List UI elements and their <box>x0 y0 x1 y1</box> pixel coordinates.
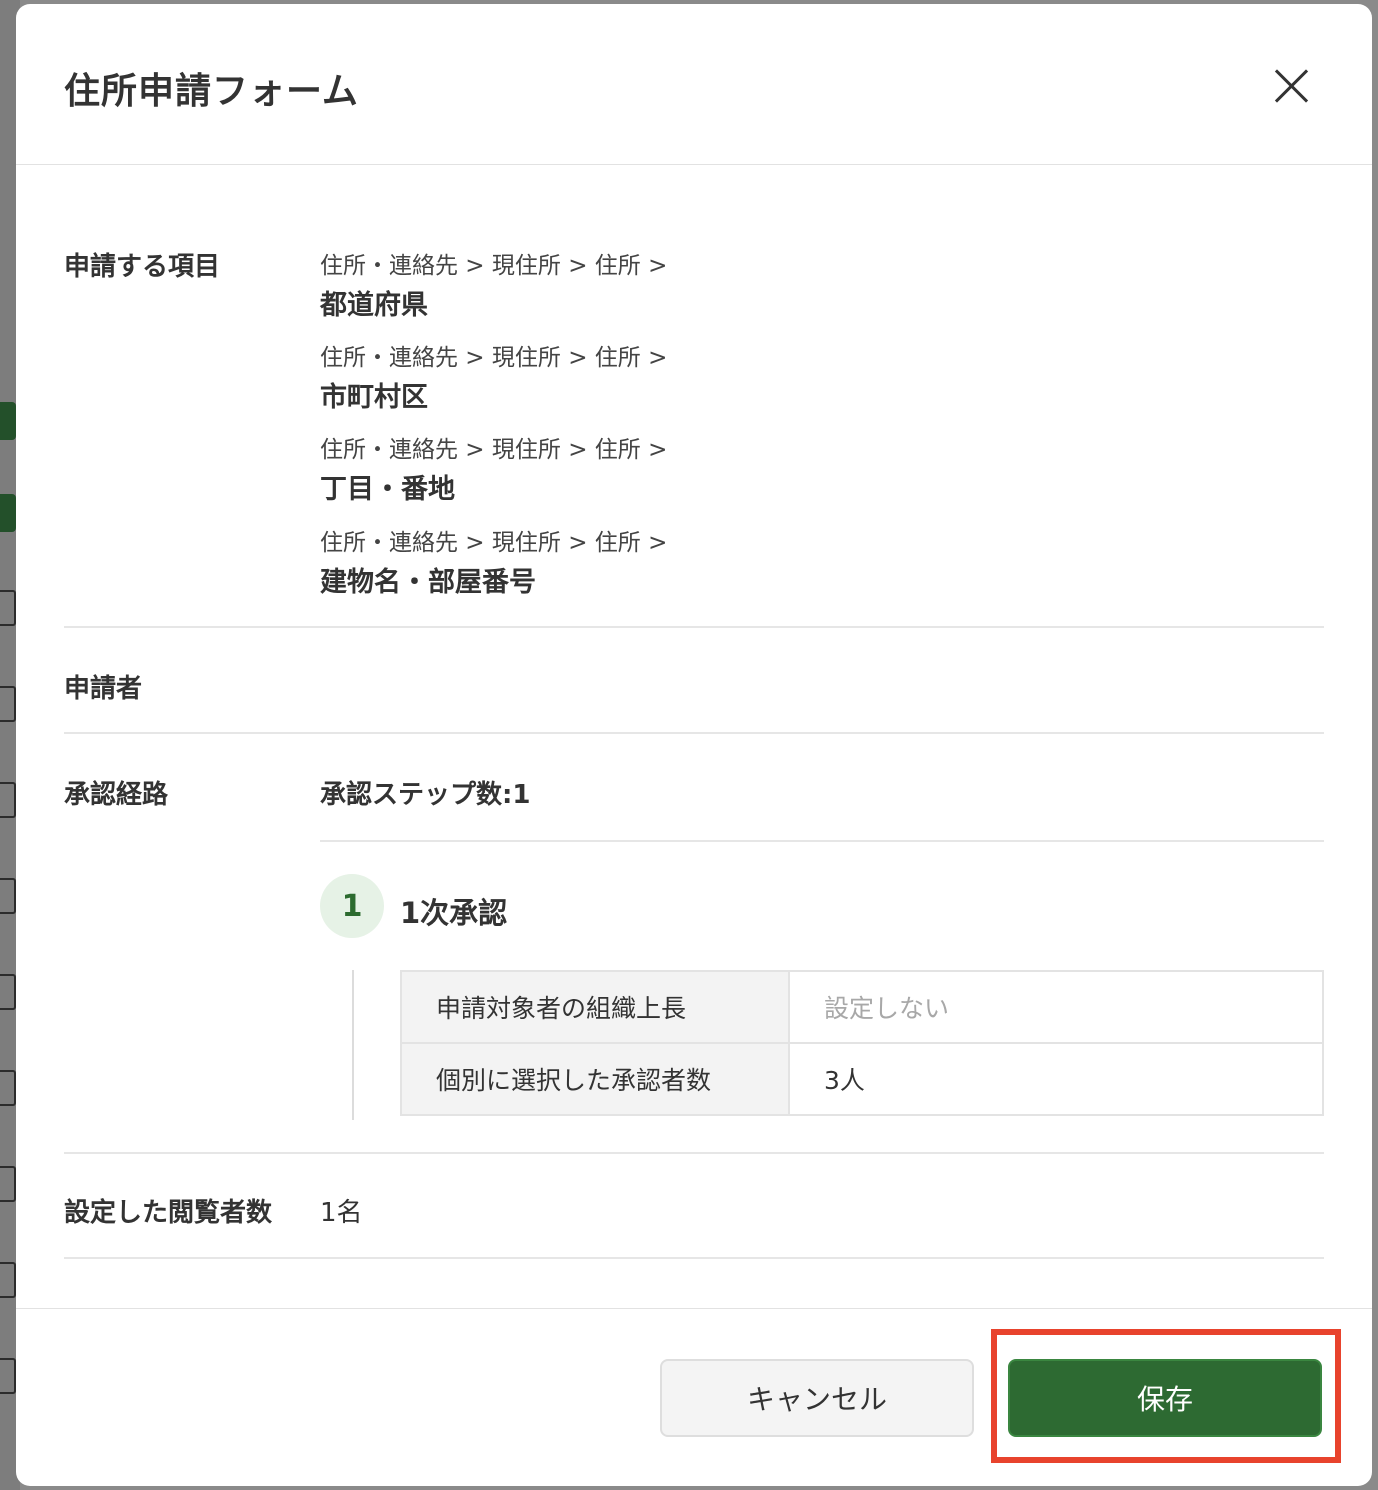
route-label: 承認経路 <box>64 780 169 810</box>
background-element <box>0 686 16 722</box>
table-key: 申請対象者の組織上長 <box>400 970 790 1044</box>
table-key: 個別に選択した承認者数 <box>400 1042 790 1116</box>
applicant-label: 申請者 <box>64 674 143 704</box>
item-name: 市町村区 <box>320 382 428 413</box>
divider <box>64 1152 1324 1154</box>
table-value: 設定しない <box>788 970 1324 1044</box>
step-number-badge: 1 <box>320 874 384 938</box>
divider <box>64 732 1324 734</box>
viewers-label: 設定した閲覧者数 <box>64 1198 273 1228</box>
background-element <box>0 974 16 1010</box>
save-button[interactable]: 保存 <box>1008 1359 1322 1437</box>
items-label: 申請する項目 <box>64 252 221 282</box>
background-element <box>0 1262 16 1298</box>
background-element <box>0 1358 16 1394</box>
item-name: 丁目・番地 <box>320 474 455 505</box>
cancel-button[interactable]: キャンセル <box>660 1359 974 1437</box>
background-element <box>0 1166 16 1202</box>
background-element <box>0 782 16 818</box>
background-element <box>0 878 16 914</box>
background-element <box>0 590 16 626</box>
modal-title: 住所申請フォーム <box>64 71 359 112</box>
divider <box>320 840 1324 842</box>
address-application-modal: 住所申請フォーム 申請する項目 住所・連絡先 > 現住所 > 住所 > 都道府県… <box>16 4 1372 1486</box>
table-row: 個別に選択した承認者数 3人 <box>400 1042 1324 1116</box>
item-name: 都道府県 <box>320 290 428 321</box>
step-connector <box>352 970 354 1120</box>
table-value: 3人 <box>788 1042 1324 1116</box>
background-element <box>0 494 16 532</box>
divider <box>64 1257 1324 1259</box>
approval-step-table: 申請対象者の組織上長 設定しない 個別に選択した承認者数 3人 <box>400 970 1324 1116</box>
item-path: 住所・連絡先 > 現住所 > 住所 > <box>320 437 668 463</box>
item-path: 住所・連絡先 > 現住所 > 住所 > <box>320 253 668 279</box>
step-title: 1次承認 <box>400 896 508 930</box>
viewers-count: 1名 <box>320 1198 363 1228</box>
background-element <box>0 402 16 440</box>
item-name: 建物名・部屋番号 <box>320 567 536 598</box>
divider <box>64 626 1324 628</box>
item-path: 住所・連絡先 > 現住所 > 住所 > <box>320 530 668 556</box>
background-element <box>0 1070 16 1106</box>
step-count: 承認ステップ数:1 <box>320 780 531 810</box>
item-path: 住所・連絡先 > 現住所 > 住所 > <box>320 345 668 371</box>
modal-header: 住所申請フォーム <box>16 4 1372 165</box>
table-row: 申請対象者の組織上長 設定しない <box>400 970 1324 1044</box>
close-icon[interactable] <box>1266 60 1318 112</box>
modal-footer: キャンセル 保存 <box>16 1308 1372 1486</box>
